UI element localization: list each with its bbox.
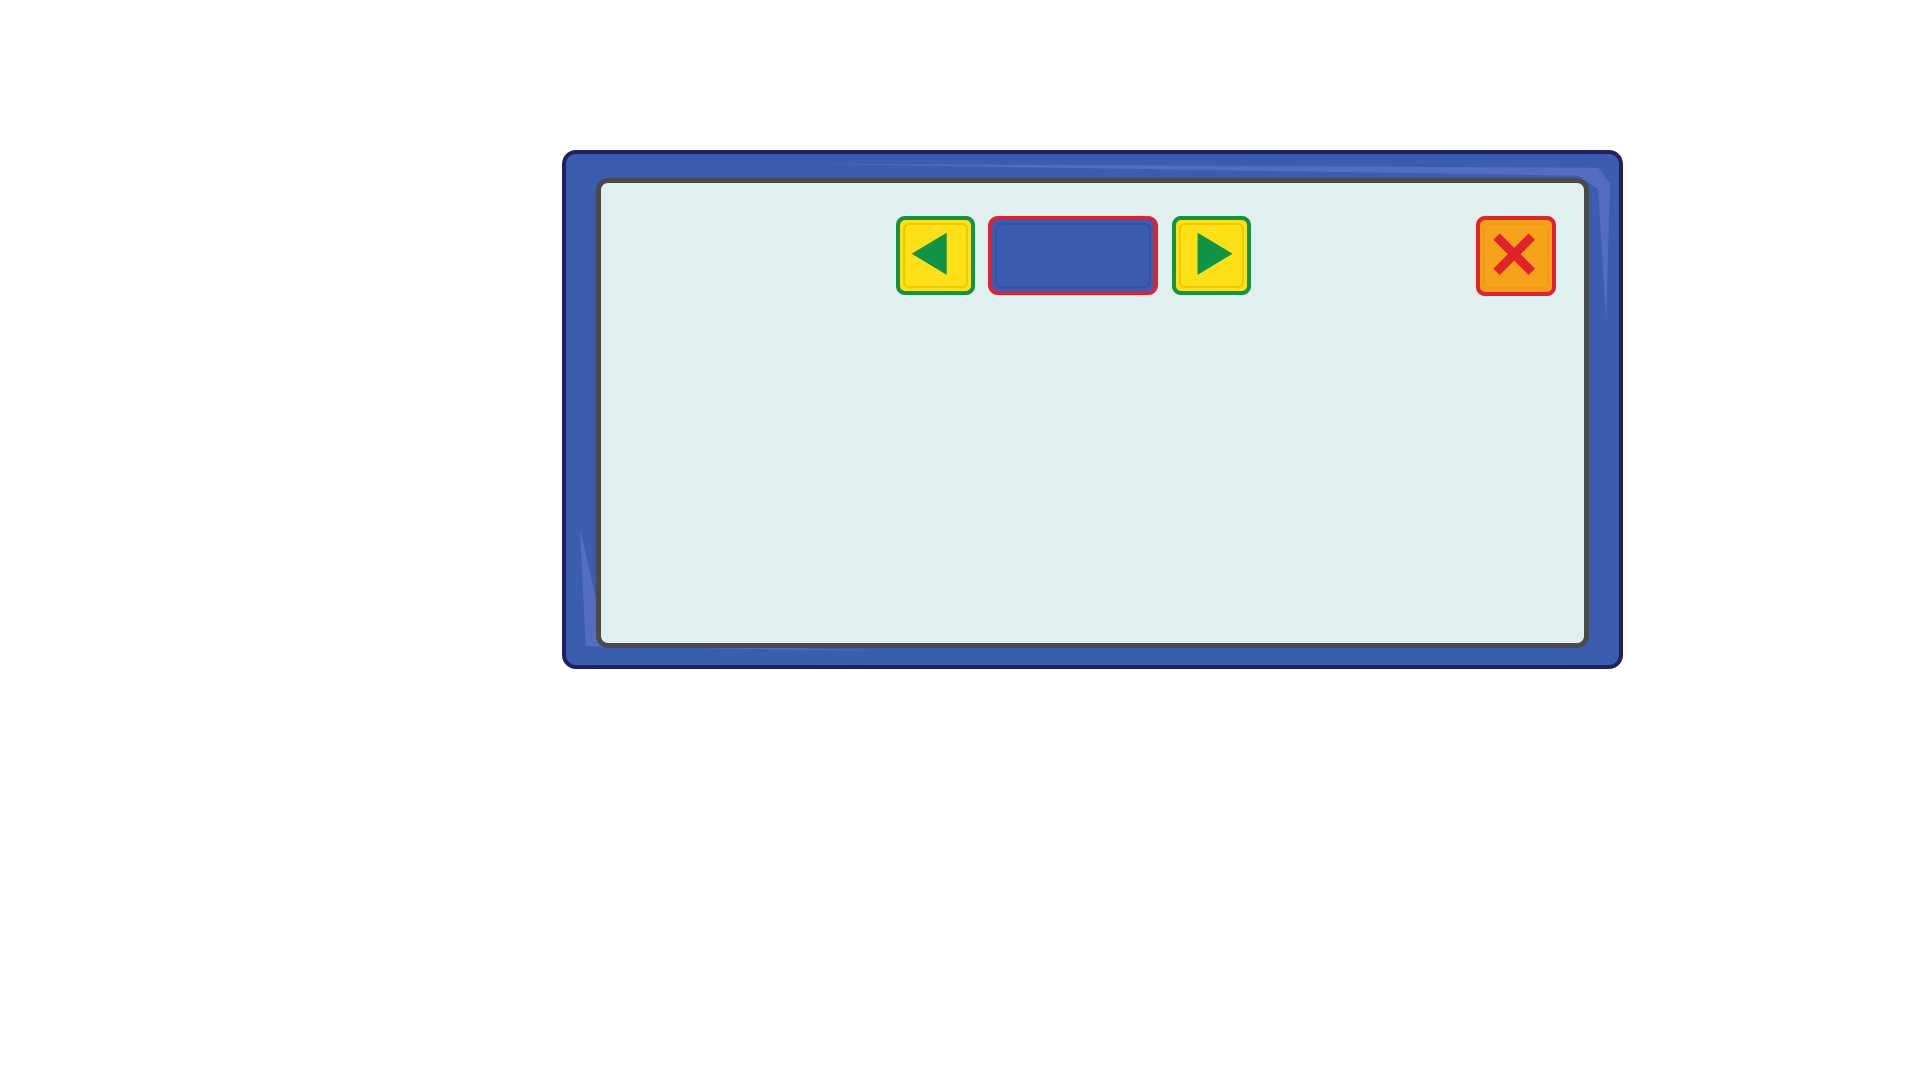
- dialog-title: [992, 220, 1154, 291]
- close-x-icon: [1493, 233, 1535, 275]
- arrow-right-icon: [1197, 232, 1233, 275]
- arrow-left-icon: [911, 232, 947, 275]
- game-ui-scene: [0, 0, 1920, 1080]
- next-button[interactable]: [1172, 216, 1251, 295]
- close-button[interactable]: [1476, 216, 1556, 296]
- previous-button[interactable]: [896, 216, 975, 295]
- title-plate: [988, 216, 1158, 295]
